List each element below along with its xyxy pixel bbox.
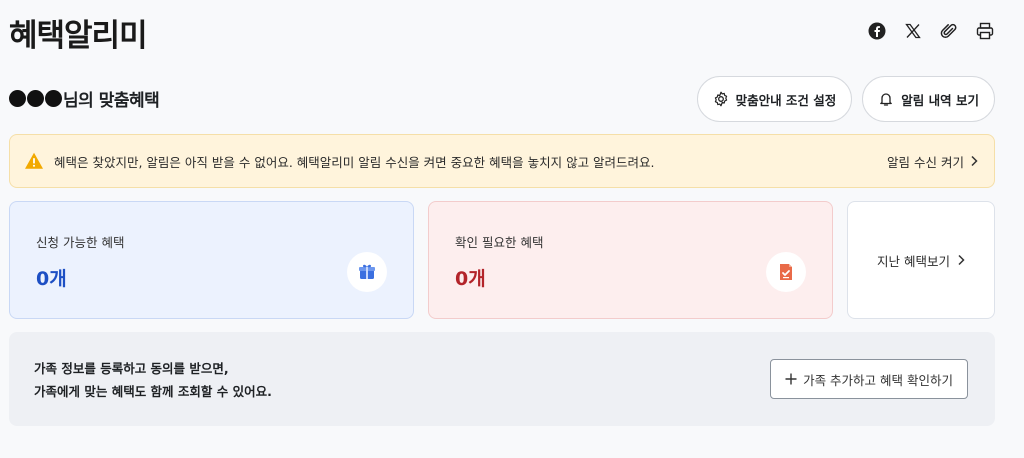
family-description-line2: 가족에게 맞는 혜택도 함께 조회할 수 있어요. (34, 384, 272, 399)
condition-settings-label: 맞춤안내 조건 설정 (735, 92, 837, 108)
condition-settings-button[interactable]: 맞춤안내 조건 설정 (696, 76, 853, 122)
needs-check-benefits-card[interactable]: 확인 필요한 혜택 0개 (428, 201, 833, 319)
add-family-button[interactable]: 가족 추가하고 혜택 확인하기 (770, 359, 968, 399)
family-benefits-panel: 가족 정보를 등록하고 동의를 받으면, 가족에게 맞는 혜택도 함께 조회할 … (9, 332, 995, 426)
past-benefits-link[interactable]: 지난 혜택보기 (847, 201, 995, 319)
chevron-right-icon (971, 155, 978, 167)
family-description-line1: 가족 정보를 등록하고 동의를 받으면, (34, 361, 229, 376)
heading-text: 님의 맞춤혜택 (63, 91, 160, 111)
alert-message: 혜택은 찾았지만, 알림은 아직 받을 수 없어요. 혜택알리미 알림 수신을 … (54, 154, 655, 170)
x-icon[interactable] (902, 20, 924, 42)
available-benefits-label: 신청 가능한 혜택 (36, 235, 125, 250)
document-check-icon (766, 252, 806, 292)
add-family-label: 가족 추가하고 혜택 확인하기 (803, 372, 953, 388)
warning-icon (25, 152, 43, 169)
available-benefits-card[interactable]: 신청 가능한 혜택 0개 (9, 201, 414, 319)
enable-notifications-label: 알림 수신 켜기 (887, 154, 964, 170)
bell-icon (880, 93, 893, 106)
chevron-right-icon (958, 254, 965, 266)
print-icon[interactable] (974, 20, 996, 42)
notification-alert-banner: 혜택은 찾았지만, 알림은 아직 받을 수 없어요. 혜택알리미 알림 수신을 … (9, 134, 995, 188)
needs-check-benefits-label: 확인 필요한 혜택 (455, 235, 544, 250)
plus-icon (785, 373, 797, 385)
gear-icon (714, 91, 727, 107)
masked-user-name (9, 90, 62, 107)
available-benefits-count: 0개 (36, 268, 67, 290)
past-benefits-label: 지난 혜택보기 (877, 253, 950, 269)
needs-check-benefits-count: 0개 (455, 268, 486, 290)
enable-notifications-link[interactable]: 알림 수신 켜기 (887, 152, 978, 171)
personalized-benefits-heading: 님의 맞춤혜택 (9, 86, 160, 111)
gift-icon (347, 252, 387, 292)
link-icon[interactable] (938, 20, 960, 42)
share-bar (866, 20, 996, 42)
family-description: 가족 정보를 등록하고 동의를 받으면, 가족에게 맞는 혜택도 함께 조회할 … (34, 357, 272, 403)
notification-history-label: 알림 내역 보기 (901, 92, 979, 108)
header-actions: 맞춤안내 조건 설정 알림 내역 보기 (696, 76, 995, 122)
notification-history-button[interactable]: 알림 내역 보기 (862, 76, 995, 122)
facebook-icon[interactable] (866, 20, 888, 42)
page-title: 혜택알리미 (9, 18, 148, 54)
